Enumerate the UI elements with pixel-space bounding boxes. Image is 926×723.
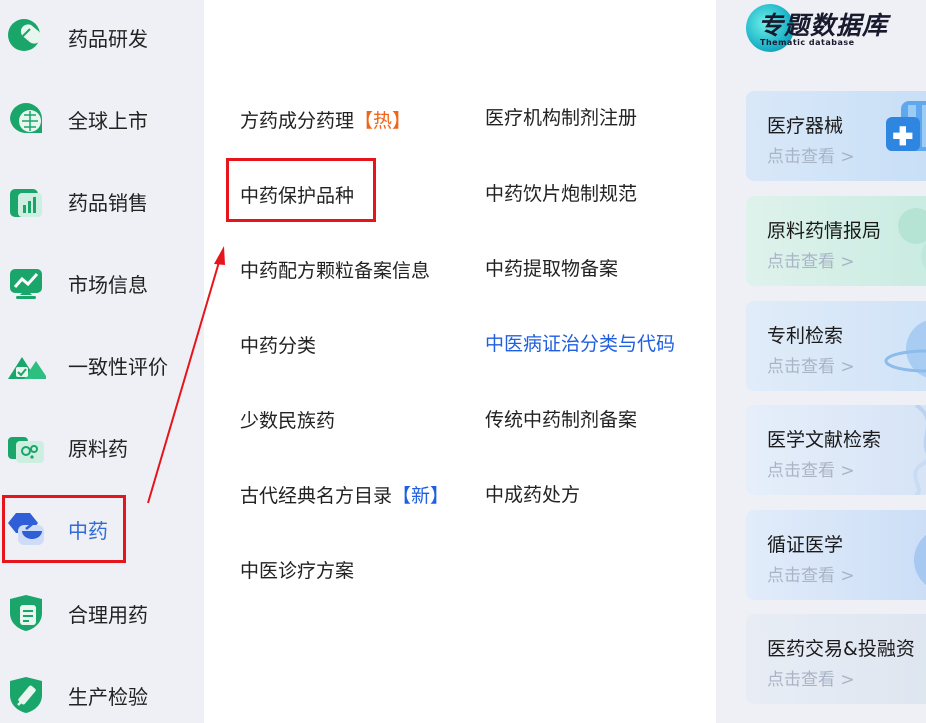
sidebar-item-consistency-evaluation[interactable]: 一致性评价 — [0, 330, 204, 400]
card-view-link[interactable]: 点击查看 > — [767, 142, 855, 167]
menu-link-classical-formulas[interactable]: 古代经典名方目录【新】 — [240, 481, 449, 508]
card-view-link[interactable]: 点击查看 > — [767, 561, 855, 586]
card-api-intelligence[interactable]: 原料药情报局 点击查看 > — [746, 196, 926, 286]
card-literature-search[interactable]: 医学文献检索 点击查看 > — [746, 405, 926, 495]
glow-orb-icon — [914, 535, 926, 585]
sidebar-item-production-inspection[interactable]: 生产检验 — [0, 660, 204, 723]
sidebar-item-label: 一致性评价 — [68, 354, 168, 379]
card-evidence-based-medicine[interactable]: 循证医学 点击查看 > — [746, 510, 926, 600]
menu-link-extract-filing[interactable]: 中药提取物备案 — [485, 254, 618, 281]
card-title: 循证医学 — [767, 534, 844, 556]
card-medical-devices[interactable]: 医疗器械 点击查看 > — [746, 91, 926, 181]
sales-chart-icon — [10, 189, 42, 217]
card-view-link[interactable]: 点击查看 > — [767, 352, 855, 377]
card-title: 原料药情报局 — [767, 220, 882, 242]
card-view-link[interactable]: 点击查看 > — [767, 456, 855, 481]
mountain-check-icon — [8, 357, 46, 379]
sidebar-item-label: 全球上市 — [68, 108, 148, 133]
medical-device-icon — [886, 101, 926, 151]
sidebar-item-raw-materials[interactable]: 原料药 — [0, 412, 204, 482]
sidebar-item-label: 药品研发 — [68, 26, 148, 51]
card-title: 医药交易&投融资 — [767, 638, 915, 660]
card-title: 医学文献检索 — [767, 429, 882, 451]
sidebar-item-market-info[interactable]: 市场信息 — [0, 248, 204, 318]
card-pharma-deals-investment[interactable]: 医药交易&投融资 点击查看 > — [746, 614, 926, 704]
sidebar-item-drug-sales[interactable]: 药品销售 — [0, 166, 204, 236]
thematic-database-panel: 专题数据库 Thematic database 医疗器械 点击查看 > 原料药情… — [716, 0, 926, 723]
menu-link-tcm-classification[interactable]: 中药分类 — [240, 331, 316, 358]
card-view-link[interactable]: 点击查看 > — [767, 247, 855, 272]
card-title: 医疗器械 — [767, 115, 844, 137]
shield-document-icon — [10, 595, 42, 631]
card-view-link[interactable]: 点击查看 > — [767, 665, 855, 690]
patent-sphere-icon — [884, 320, 926, 378]
sidebar-item-rational-drug-use[interactable]: 合理用药 — [0, 578, 204, 648]
card-patent-search[interactable]: 专利检索 点击查看 > — [746, 301, 926, 391]
menu-link-formula-granules[interactable]: 中药配方颗粒备案信息 — [240, 256, 430, 283]
sidebar-item-drug-rd[interactable]: 药品研发 — [0, 2, 204, 72]
new-tag: 【新】 — [392, 485, 450, 507]
thematic-subtitle: Thematic database — [760, 38, 855, 47]
menu-link-hospital-preparation-registration[interactable]: 医疗机构制剂注册 — [485, 103, 637, 130]
shield-syringe-icon — [10, 677, 42, 713]
menu-link-decoction-pieces-standards[interactable]: 中药饮片炮制规范 — [485, 179, 637, 206]
sidebar-item-label: 药品销售 — [68, 190, 148, 215]
raw-material-icon — [8, 437, 44, 463]
pill-capsule-icon — [8, 19, 42, 51]
thematic-database-header: 专题数据库 Thematic database — [746, 2, 926, 54]
sidebar-item-label: 原料药 — [68, 436, 128, 461]
sidebar-item-label: 市场信息 — [68, 272, 148, 297]
hot-tag: 【热】 — [354, 110, 412, 132]
sidebar-item-label: 合理用药 — [68, 602, 148, 627]
sidebar-item-label: 生产检验 — [68, 684, 148, 709]
market-trend-icon — [10, 269, 42, 299]
globe-icon — [10, 103, 42, 134]
sidebar-item-global-market[interactable]: 全球上市 — [0, 84, 204, 154]
card-title: 专利检索 — [767, 325, 844, 347]
category-sidebar: 药品研发 全球上市 药品销售 市场信息 一致性评价 原料药 中药 合理用药 生产… — [0, 0, 204, 723]
menu-link-disease-syndrome-codes[interactable]: 中医病证治分类与代码 — [485, 329, 675, 356]
menu-link-proprietary-prescriptions[interactable]: 中成药处方 — [485, 480, 580, 507]
highlight-box-protected-varieties — [226, 158, 376, 222]
thematic-title: 专题数据库 — [758, 11, 889, 40]
menu-link-traditional-preparation-filing[interactable]: 传统中药制剂备案 — [485, 405, 637, 432]
menu-link-prescription-pharmacology[interactable]: 方药成分药理【热】 — [240, 106, 411, 133]
menu-link-ethnic-medicine[interactable]: 少数民族药 — [240, 406, 335, 433]
menu-link-tcm-treatment-plans[interactable]: 中医诊疗方案 — [240, 556, 354, 583]
active-item-highlight-box — [2, 495, 126, 563]
